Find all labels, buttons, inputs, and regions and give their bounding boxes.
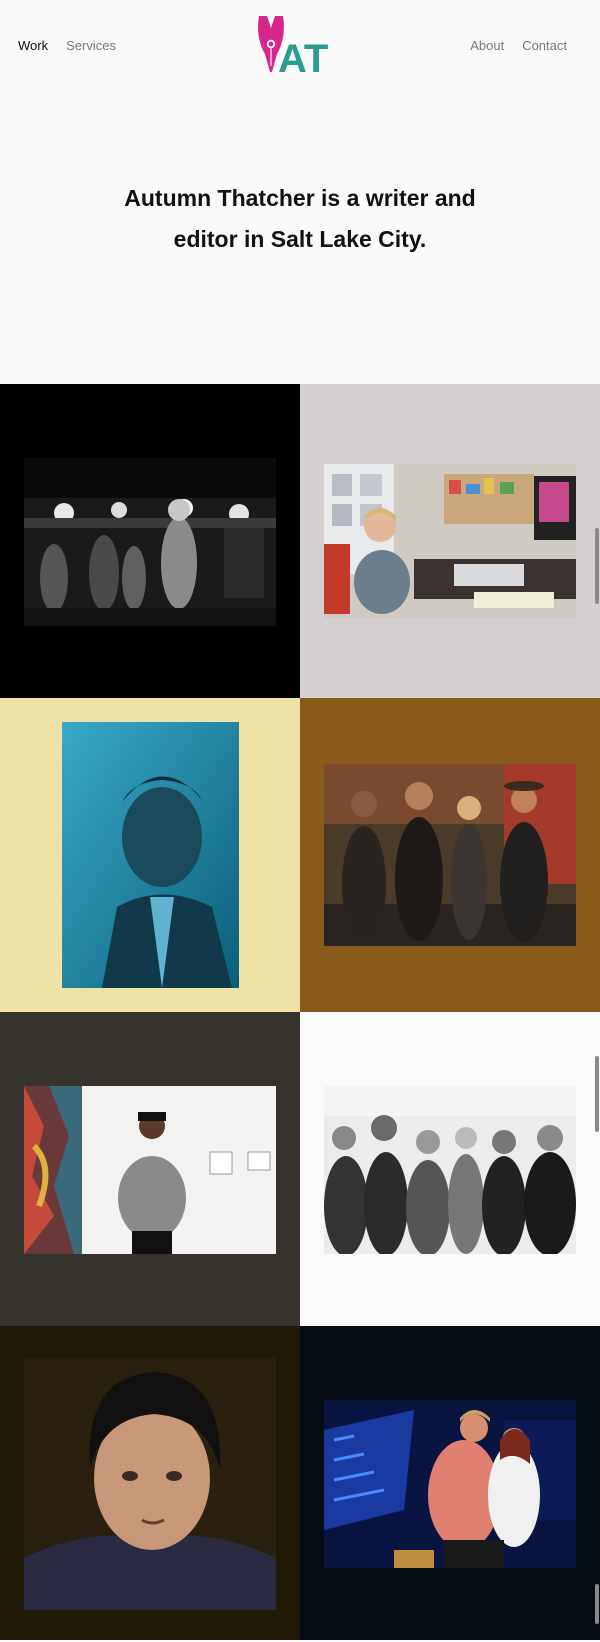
dancers-stage-photo — [324, 1400, 576, 1568]
musician-portrait-photo — [24, 1358, 276, 1610]
logo-text: AT — [278, 37, 328, 76]
intro-line-2: editor in Salt Lake City. — [173, 226, 427, 252]
site-header: Work Services AT About Contact — [0, 0, 600, 90]
pen-nib-logo-icon: AT — [258, 16, 328, 76]
band-sunset-photo — [324, 764, 576, 946]
nav-work-link[interactable]: Work — [18, 38, 48, 53]
nav-left: Work Services — [18, 38, 116, 53]
scrollbar-thumb-middle[interactable] — [595, 1056, 599, 1132]
tile-metal-band-concert[interactable] — [0, 384, 300, 698]
intro-heading: Autumn Thatcher is a writer and editor i… — [0, 178, 600, 260]
tile-artist-gallery[interactable] — [0, 1012, 300, 1326]
tile-musician-portrait[interactable] — [0, 1326, 300, 1640]
scrollbar-thumb-bottom[interactable] — [595, 1584, 599, 1624]
band-bw-photo — [324, 1086, 576, 1254]
metal-concert-photo — [24, 458, 276, 626]
artist-gallery-photo — [24, 1086, 276, 1254]
nav-right: About Contact — [470, 38, 567, 53]
tile-dancers-stage[interactable] — [300, 1326, 600, 1640]
tile-woman-office[interactable] — [300, 384, 600, 698]
site-logo[interactable]: AT — [256, 14, 346, 76]
nav-about-link[interactable]: About — [470, 38, 504, 53]
intro-line-1: Autumn Thatcher is a writer and — [124, 185, 476, 211]
nav-contact-link[interactable]: Contact — [522, 38, 567, 53]
scrollbar-thumb-top[interactable] — [595, 528, 599, 604]
tile-band-bw[interactable] — [300, 1012, 600, 1326]
nav-services-link[interactable]: Services — [66, 38, 116, 53]
woman-office-photo — [324, 464, 576, 618]
tile-band-sunset[interactable] — [300, 698, 600, 1012]
man-blue-portrait-photo — [62, 722, 239, 988]
tile-man-blue-portrait[interactable] — [0, 698, 300, 1012]
